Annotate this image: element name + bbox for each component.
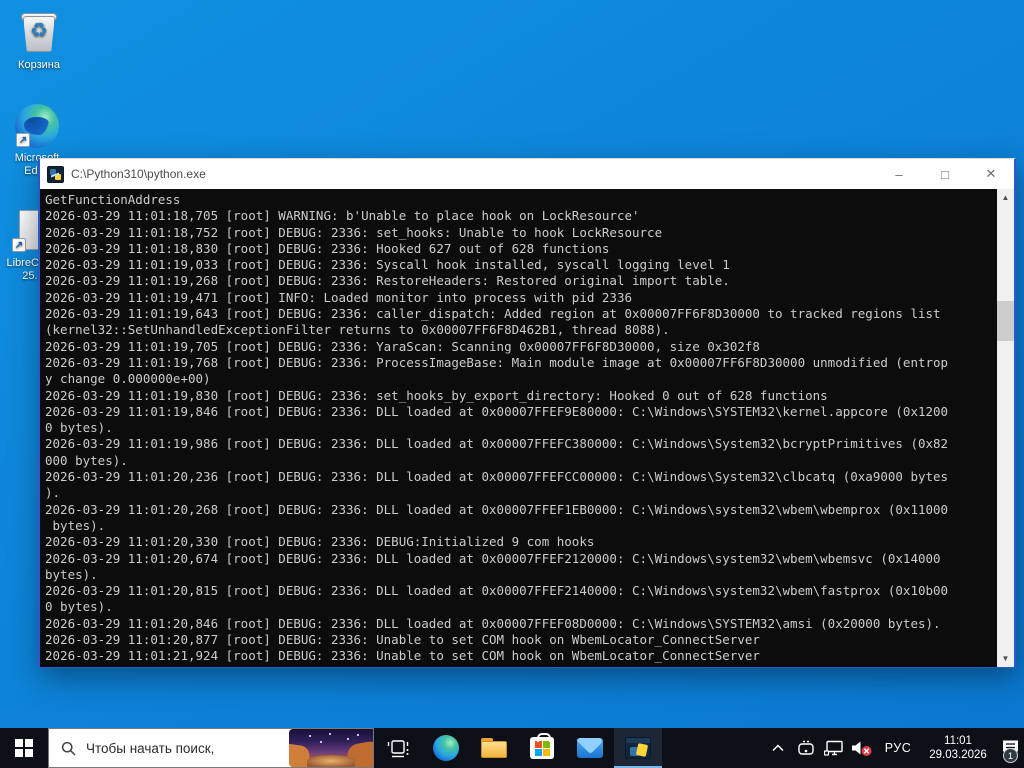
console-line: 2026-03-29 11:01:20,330 [root] DEBUG: 23… (45, 534, 595, 550)
scrollbar-track[interactable] (997, 206, 1014, 650)
console-line: 2026-03-29 11:01:20,268 [root] DEBUG: 23… (45, 501, 949, 517)
recycle-bin-icon: ♻ (16, 10, 62, 56)
edge-icon: ↗ (14, 103, 60, 149)
search-highlight-image[interactable] (289, 729, 373, 767)
console-line: 2026-03-29 11:01:20,236 [root] DEBUG: 23… (45, 469, 949, 485)
console-line: 2026-03-29 11:01:19,471 [root] INFO: Loa… (45, 289, 632, 305)
system-tray: РУС 11:01 29.03.2026 1 (764, 728, 1024, 768)
windows-logo-icon (15, 739, 33, 757)
console-line: 2026-03-29 11:01:18,830 [root] DEBUG: 23… (45, 240, 610, 256)
console-line: 0 bytes). (45, 599, 113, 615)
minimize-button[interactable]: – (876, 159, 922, 189)
console-line: 0 bytes). (45, 420, 113, 436)
console-line: 2026-03-29 11:01:19,846 [root] DEBUG: 23… (45, 403, 949, 419)
console-line: 2026-03-29 11:01:19,705 [root] DEBUG: 23… (45, 338, 760, 354)
console-line: GetFunctionAddress (45, 192, 181, 207)
console-line: 2026-03-29 11:01:19,268 [root] DEBUG: 23… (45, 273, 730, 289)
tray-status-button[interactable] (792, 728, 820, 768)
console-line: bytes). (45, 517, 106, 533)
mail-button[interactable] (566, 728, 614, 768)
taskbar-apps (374, 728, 662, 768)
volume-button[interactable] (848, 728, 876, 768)
console-line: (kernel32::SetUnhandledExceptionFilter r… (45, 322, 670, 338)
console-line: 2026-03-29 11:01:19,830 [root] DEBUG: 23… (45, 387, 828, 403)
notification-badge: 1 (1003, 748, 1018, 763)
scrollbar[interactable]: ▲ ▼ (997, 189, 1014, 667)
taskbar: РУС 11:01 29.03.2026 1 (0, 728, 1024, 768)
folder-icon (481, 738, 507, 758)
console-line: 2026-03-29 11:01:20,815 [root] DEBUG: 23… (45, 583, 949, 599)
console-output[interactable]: GetFunctionAddress 2026-03-29 11:01:18,7… (40, 189, 1014, 667)
edge-icon (433, 735, 459, 761)
console-line: 2026-03-29 11:01:20,846 [root] DEBUG: 23… (45, 615, 941, 631)
microsoft-store-button[interactable] (518, 728, 566, 768)
store-icon (530, 733, 554, 759)
scroll-down-icon[interactable]: ▼ (997, 650, 1014, 667)
network-ethernet-icon (824, 740, 843, 756)
console-line: y change 0.000000e+00) (45, 371, 211, 387)
python-console-taskbar-button[interactable] (614, 728, 662, 768)
console-line: 2026-03-29 11:01:19,643 [root] DEBUG: 23… (45, 306, 941, 322)
console-line: 000 bytes). (45, 452, 128, 468)
console-line: 2026-03-29 11:01:21,924 [root] DEBUG: 23… (45, 648, 760, 664)
action-center-button[interactable]: 1 (996, 728, 1024, 768)
file-explorer-button[interactable] (470, 728, 518, 768)
desktop-icon-recycle-bin[interactable]: ♻ Корзина (0, 10, 78, 72)
desktop-icon-label: Корзина (18, 59, 60, 71)
clock[interactable]: 11:01 29.03.2026 (920, 728, 996, 768)
taskbar-search[interactable] (48, 728, 374, 768)
tray-chevron-button[interactable] (764, 728, 792, 768)
chevron-up-icon (772, 744, 784, 752)
shortcut-arrow-icon: ↗ (12, 238, 26, 252)
console-line: 2026-03-29 11:01:19,033 [root] DEBUG: 23… (45, 257, 730, 273)
search-icon (61, 741, 76, 756)
edge-taskbar-button[interactable] (422, 728, 470, 768)
window-titlebar[interactable]: C:\Python310\python.exe – □ ✕ (40, 159, 1014, 189)
window-title: C:\Python310\python.exe (71, 167, 206, 181)
maximize-button[interactable]: □ (922, 159, 968, 189)
clock-date: 29.03.2026 (929, 749, 987, 761)
search-input[interactable] (86, 740, 289, 756)
mail-icon (577, 738, 603, 758)
start-button[interactable] (0, 728, 48, 768)
tray-status-icon (798, 740, 814, 755)
close-button[interactable]: ✕ (968, 159, 1014, 189)
console-line: 2026-03-29 11:01:19,768 [root] DEBUG: 23… (45, 354, 949, 370)
language-indicator[interactable]: РУС (876, 728, 920, 768)
console-line: bytes). (45, 566, 98, 582)
clock-time: 11:01 (944, 735, 972, 747)
python-console-icon (625, 737, 651, 759)
network-button[interactable] (820, 728, 848, 768)
shortcut-arrow-icon: ↗ (16, 133, 30, 147)
console-line: 2026-03-29 11:01:20,877 [root] DEBUG: 23… (45, 632, 760, 648)
desktop: ♻ Корзина ↗ Microsoft Edge ↗ LibreOffice… (0, 0, 1024, 768)
console-line: 2026-03-29 11:01:19,986 [root] DEBUG: 23… (45, 436, 949, 452)
scrollbar-thumb[interactable] (997, 301, 1014, 341)
task-view-icon (387, 740, 409, 758)
console-line: 2026-03-29 11:01:18,705 [root] WARNING: … (45, 208, 640, 224)
volume-muted-icon (852, 741, 872, 756)
python-console-icon (47, 165, 64, 183)
console-line: 2026-03-29 11:01:20,674 [root] DEBUG: 23… (45, 550, 941, 566)
task-view-button[interactable] (374, 728, 422, 768)
console-line: 2026-03-29 11:01:18,752 [root] DEBUG: 23… (45, 224, 663, 240)
scroll-up-icon[interactable]: ▲ (997, 189, 1014, 206)
console-line: ). (45, 485, 61, 501)
console-window: C:\Python310\python.exe – □ ✕ GetFunctio… (38, 158, 1016, 668)
